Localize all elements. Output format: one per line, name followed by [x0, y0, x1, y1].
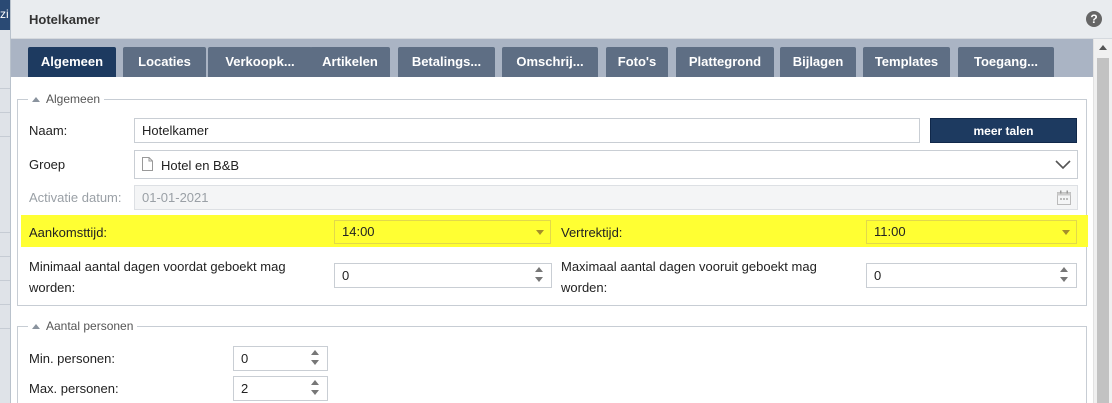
- dropdown-caret-icon[interactable]: [536, 230, 544, 235]
- tab-artikelen[interactable]: Artikelen: [310, 47, 390, 77]
- stepper-icon[interactable]: [535, 266, 545, 286]
- help-icon[interactable]: ?: [1086, 11, 1102, 27]
- calendar-icon: [1057, 190, 1071, 205]
- min-dagen-label: Minimaal aantal dagen voordat geboekt ma…: [29, 259, 286, 295]
- tab-templates[interactable]: Templates: [863, 47, 950, 77]
- max-personen-input[interactable]: 2: [233, 376, 328, 401]
- dialog-title: Hotelkamer: [29, 12, 100, 27]
- stepper-icon[interactable]: [311, 379, 321, 399]
- algemeen-legend[interactable]: Algemeen: [28, 92, 105, 106]
- max-dagen-label: Maximaal aantal dagen vooruit geboekt ma…: [561, 259, 817, 295]
- dropdown-caret-icon[interactable]: [1062, 230, 1070, 235]
- tab-betalingen[interactable]: Betalings...: [398, 47, 495, 77]
- algemeen-legend-label: Algemeen: [46, 92, 101, 106]
- collapse-icon[interactable]: [32, 323, 40, 329]
- naam-label: Naam:: [29, 123, 68, 138]
- tab-toegang[interactable]: Toegang...: [958, 47, 1054, 77]
- vertrektijd-value: 11:00: [874, 224, 906, 239]
- tab-bar: Algemeen Locaties Verkoopk... Artikelen …: [11, 39, 1094, 77]
- meer-talen-button[interactable]: meer talen: [930, 118, 1077, 143]
- naam-input[interactable]: Hotelkamer: [134, 118, 920, 143]
- groep-label: Groep: [29, 157, 66, 172]
- max-personen-value: 2: [241, 381, 249, 396]
- vertrektijd-select[interactable]: 11:00: [866, 220, 1077, 244]
- aantal-personen-fieldset: Aantal personen: [17, 319, 1087, 403]
- groep-select[interactable]: Hotel en B&B: [134, 150, 1078, 179]
- dialog-titlebar[interactable]: Hotelkamer ?: [11, 0, 1112, 39]
- min-personen-value: 0: [241, 351, 249, 366]
- tab-fotos[interactable]: Foto's: [606, 47, 668, 77]
- aankomsttijd-value: 14:00: [342, 224, 375, 239]
- groep-value: Hotel en B&B: [161, 158, 240, 173]
- stepper-icon[interactable]: [311, 349, 321, 369]
- aankomsttijd-label: Aankomsttijd:: [29, 225, 108, 240]
- max-dagen-value: 0: [874, 268, 882, 283]
- aantal-personen-legend-label: Aantal personen: [46, 319, 134, 333]
- chevron-down-icon[interactable]: [1055, 160, 1071, 170]
- max-dagen-input[interactable]: 0: [866, 263, 1077, 288]
- tab-locaties[interactable]: Locaties: [123, 47, 206, 77]
- tab-algemeen[interactable]: Algemeen: [28, 47, 116, 77]
- min-dagen-input[interactable]: 0: [334, 263, 552, 288]
- min-dagen-value: 0: [342, 268, 350, 283]
- min-personen-label: Min. personen:: [29, 351, 115, 366]
- activatie-datum-input: 01-01-2021: [134, 185, 1078, 210]
- hotelkamer-dialog: Hotelkamer ? Algemeen Locaties Verkoopk.…: [10, 0, 1112, 403]
- activatie-datum-label: Activatie datum:: [29, 190, 122, 205]
- scrollbar[interactable]: [1093, 39, 1112, 403]
- tab-verkoopkanalen[interactable]: Verkoopk...: [208, 47, 312, 77]
- scrollbar-thumb[interactable]: [1097, 58, 1109, 403]
- collapse-icon[interactable]: [32, 96, 40, 102]
- stepper-icon[interactable]: [1060, 266, 1070, 286]
- activatie-datum-value: 01-01-2021: [142, 190, 209, 205]
- max-personen-label: Max. personen:: [29, 381, 119, 396]
- tab-plattegrond[interactable]: Plattegrond: [676, 47, 774, 77]
- document-icon: [142, 157, 153, 171]
- scroll-up-icon[interactable]: [1099, 45, 1107, 50]
- aantal-personen-legend[interactable]: Aantal personen: [28, 319, 138, 333]
- vertrektijd-label: Vertrektijd:: [561, 225, 623, 240]
- aankomsttijd-select[interactable]: 14:00: [334, 220, 551, 244]
- tab-omschrijving[interactable]: Omschrij...: [502, 47, 598, 77]
- min-personen-input[interactable]: 0: [233, 346, 328, 371]
- tab-bijlagen[interactable]: Bijlagen: [780, 47, 856, 77]
